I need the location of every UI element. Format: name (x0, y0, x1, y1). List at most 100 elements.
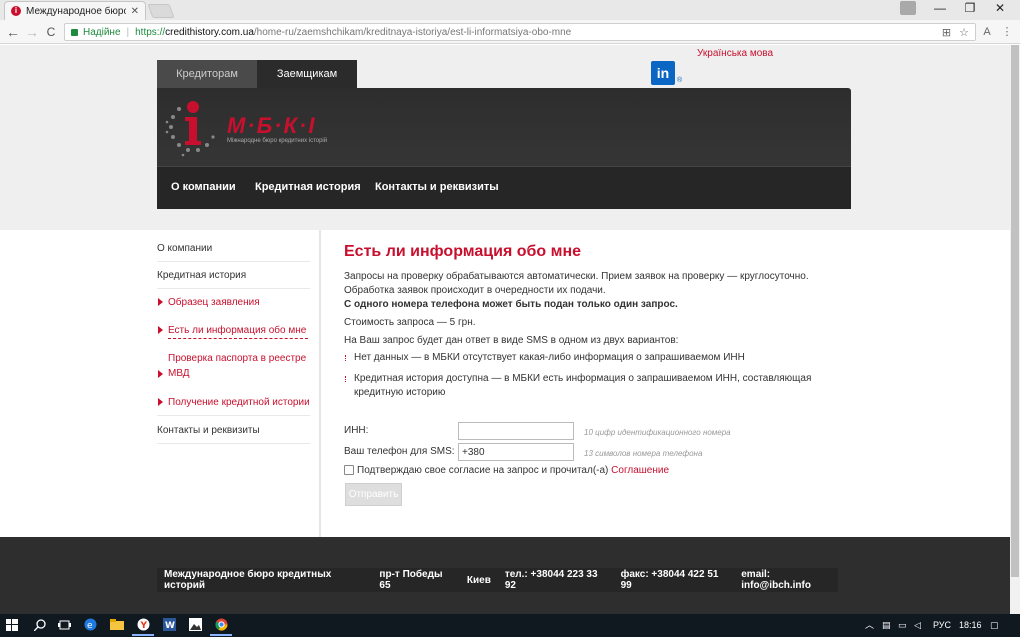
reload-button[interactable]: C (42, 22, 60, 42)
tray-chevron-icon[interactable]: ︿ (865, 614, 874, 637)
forward-button[interactable]: → (23, 22, 41, 42)
logo-text: М·Б·К·І (227, 113, 317, 138)
footer-contacts: Международное бюро кредитных историй пр-… (157, 568, 838, 592)
tray-network-icon[interactable]: ▤ (882, 614, 891, 637)
logo-subtitle: Міжнародне бюро кредитних історій (227, 138, 328, 144)
sidebar-item-contacts[interactable]: Контакты и реквизиты (157, 423, 310, 438)
footer-fax: факс: +38044 422 51 99 (620, 569, 719, 591)
sidebar-item-about[interactable]: О компании (157, 241, 310, 256)
sidebar-divider (157, 288, 310, 289)
linkedin-icon[interactable]: in (651, 61, 675, 85)
paragraph-price: Стоимость запроса — 5 грн. (344, 317, 476, 328)
lock-icon (71, 28, 78, 36)
footer-phone: тел.: +38044 223 33 92 (504, 569, 598, 591)
yandex-icon[interactable]: Y (137, 618, 150, 631)
inn-label: ИНН: (344, 425, 369, 436)
sidebar-item-passport-check[interactable]: Проверка паспорта в реестре МВД (168, 351, 310, 381)
site-favicon-icon: i (11, 6, 21, 16)
consent-text: Подтверждаю свое согласие на запрос и пр… (357, 465, 612, 476)
tray-volume-icon[interactable]: ◁ (914, 614, 921, 637)
active-item-underline (168, 338, 308, 339)
minimize-button[interactable]: — (925, 0, 955, 18)
tray-battery-icon[interactable]: ▭ (898, 614, 907, 637)
bullet-marker-icon (345, 355, 350, 361)
arrow-right-icon (158, 398, 163, 406)
tab-close-icon[interactable]: ✕ (131, 6, 139, 17)
menu-contacts[interactable]: Контакты и реквизиты (375, 181, 499, 193)
svg-text:W: W (165, 621, 175, 631)
linkedin-registered-mark: ® (677, 77, 683, 84)
svg-text:e: e (87, 621, 93, 631)
bullet-history-available: Кредитная история доступна — в МБКИ есть… (354, 373, 812, 398)
secure-label: Надійне (83, 26, 121, 38)
arrow-right-icon (158, 298, 163, 306)
tray-clock[interactable]: 18:16 (959, 614, 982, 637)
scrollbar[interactable] (1010, 45, 1020, 614)
footer-email[interactable]: email: info@ibch.info (741, 569, 838, 591)
bullet-marker-icon (345, 376, 350, 382)
arrow-right-icon (158, 370, 163, 378)
maximize-button[interactable]: ❐ (955, 0, 985, 18)
url-host: credithistory.com.ua (165, 26, 254, 38)
edge-icon[interactable]: e (84, 618, 97, 631)
consent-label[interactable]: Подтверждаю свое согласие на запрос и пр… (357, 465, 669, 476)
task-view-icon[interactable] (58, 619, 71, 631)
url-protocol: https:// (135, 26, 166, 38)
inn-hint: 10 цифр идентификационного номера (584, 428, 731, 437)
windows-icon[interactable] (6, 619, 18, 631)
svg-text:Y: Y (140, 621, 148, 631)
translate-icon[interactable]: ⊞ (942, 26, 951, 39)
chrome-icon[interactable] (215, 618, 228, 631)
inn-input[interactable] (458, 422, 574, 440)
language-switch-link[interactable]: Українська мова (697, 48, 773, 59)
word-icon[interactable]: W (163, 618, 176, 631)
scrollbar-thumb[interactable] (1011, 45, 1019, 577)
extension-icon[interactable]: A (979, 24, 995, 40)
submit-button[interactable]: Отправить (345, 483, 402, 506)
bullet-no-data: Нет данных — в МБКИ отсутствует какая-ли… (354, 352, 745, 363)
sidebar-divider (157, 443, 310, 444)
menu-credit-history[interactable]: Кредитная история (255, 181, 361, 193)
browser-tab[interactable]: i Международное бюро ✕ (4, 1, 146, 20)
phone-input[interactable] (458, 443, 574, 461)
active-app-indicator (210, 634, 232, 636)
mbki-logo-icon[interactable] (163, 97, 223, 157)
tab-creditors[interactable]: Кредиторам (157, 60, 257, 88)
back-button[interactable]: ← (4, 22, 22, 42)
tab-title: Международное бюро (26, 5, 126, 17)
search-icon[interactable] (34, 619, 46, 631)
bookmark-star-icon[interactable]: ☆ (959, 26, 969, 39)
consent-checkbox[interactable] (344, 465, 354, 475)
paragraph-order: Обработка заявок происходит в очередност… (344, 285, 606, 296)
paragraph-processing: Запросы на проверку обрабатываются автом… (344, 271, 809, 282)
footer-address: пр-т Победы 65 (379, 569, 443, 591)
paragraph-sms-answer: На Ваш запрос будет дан ответ в виде SMS… (344, 335, 679, 346)
address-bar[interactable]: Надійне | https:// credithistory.com.ua … (64, 23, 976, 41)
tray-language[interactable]: РУС (933, 614, 951, 637)
explorer-icon[interactable] (110, 619, 124, 630)
new-tab-button[interactable] (147, 4, 175, 18)
paragraph-one-request: С одного номера телефона может быть пода… (344, 299, 678, 310)
profile-icon[interactable] (900, 1, 916, 15)
photos-icon[interactable] (189, 618, 202, 631)
phone-label: Ваш телефон для SMS: (344, 446, 455, 457)
sidebar-item-is-there-info[interactable]: Есть ли информация обо мне (168, 323, 313, 338)
menu-about[interactable]: О компании (171, 181, 236, 193)
tab-borrowers[interactable]: Заемщикам (257, 60, 357, 88)
arrow-right-icon (158, 326, 163, 334)
sidebar-item-get-credit-history[interactable]: Получение кредитной истории (168, 395, 313, 410)
page-title: Есть ли информация обо мне (344, 243, 582, 260)
phone-hint: 13 символов номера телефона (584, 449, 703, 458)
sidebar-item-credit-history[interactable]: Кредитная история (157, 268, 310, 283)
footer-city: Киев (466, 574, 491, 586)
notifications-icon[interactable]: ▢ (990, 614, 999, 637)
sidebar-divider (157, 415, 310, 416)
content-divider (319, 230, 321, 537)
active-app-indicator (132, 634, 154, 636)
agreement-link[interactable]: Соглашение (611, 465, 669, 476)
sidebar-divider (157, 261, 310, 262)
browser-menu-icon[interactable]: ⋮ (999, 24, 1015, 40)
url-path: /home-ru/zaemshchikam/kreditnaya-istoriy… (253, 26, 572, 38)
window-close-button[interactable]: ✕ (985, 0, 1015, 18)
sidebar-item-sample-application[interactable]: Образец заявления (168, 295, 313, 310)
